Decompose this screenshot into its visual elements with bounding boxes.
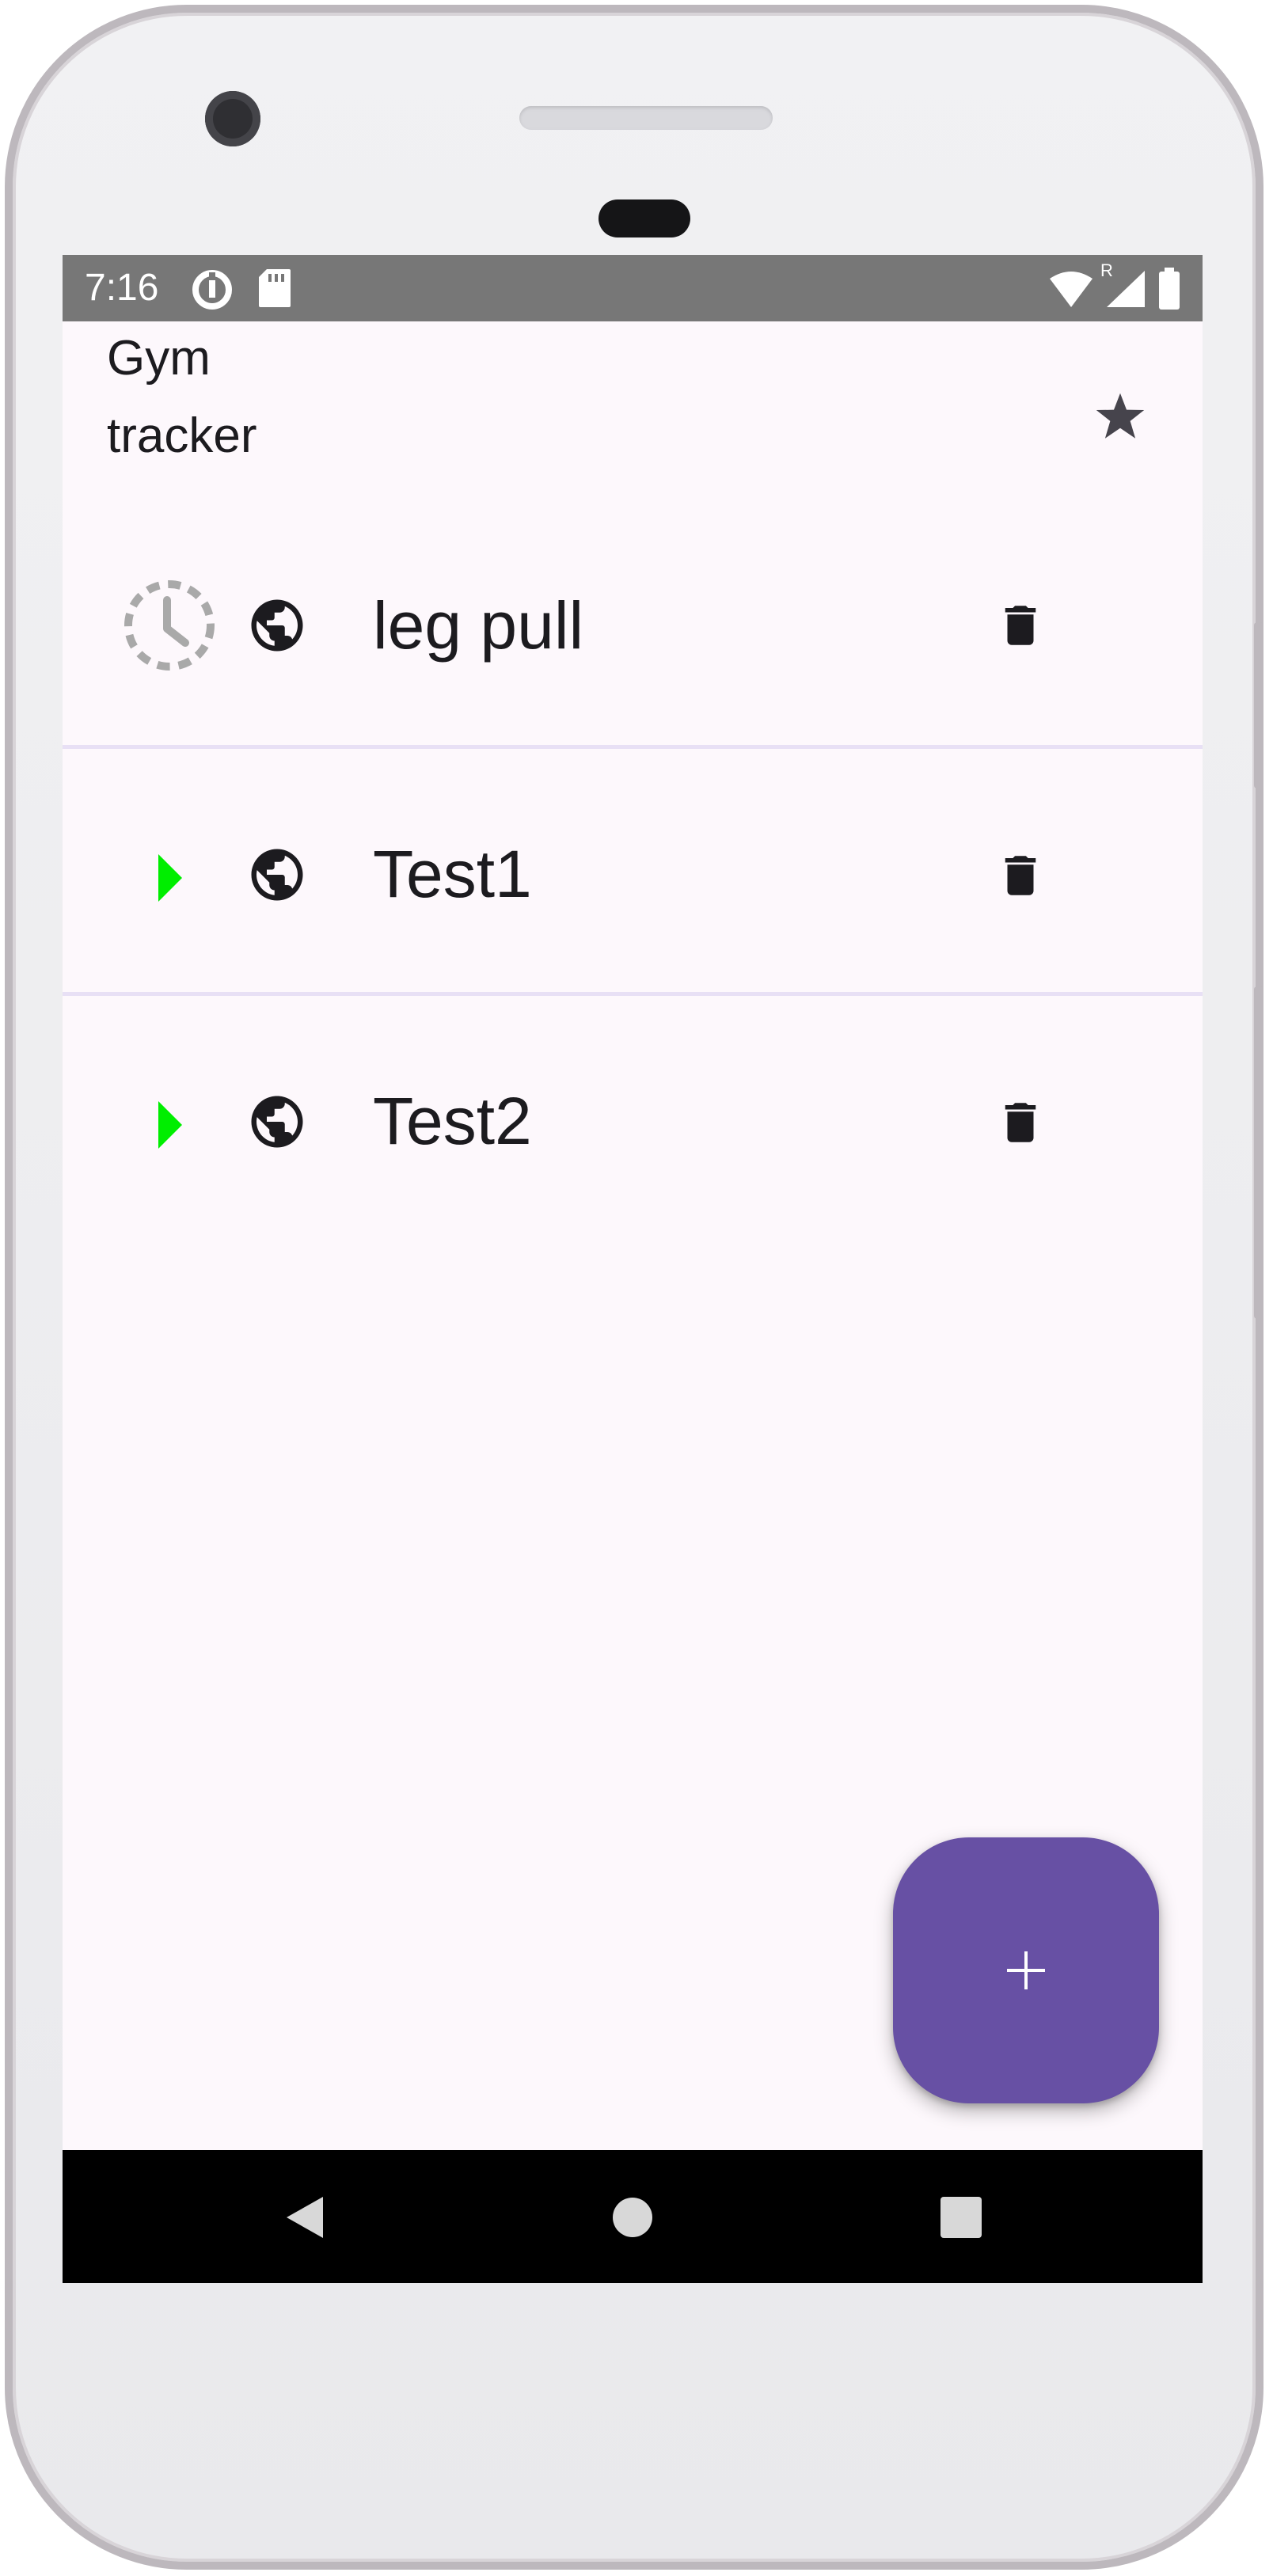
scheduled-clock-icon [124,580,215,671]
data-saver-icon [192,270,232,310]
signal-icon [1107,271,1145,307]
system-nav-bar [63,2150,1203,2283]
play-button[interactable] [118,1073,221,1176]
status-bar: 7:16 R [63,255,1203,321]
list-item[interactable]: leg pull [63,502,1203,749]
workout-name: Test1 [373,837,532,911]
wifi-icon [1050,272,1092,307]
recents-icon [940,2197,982,2238]
workout-list: leg pull Test1 Test2 [63,502,1203,1243]
status-time: 7:16 [85,267,159,309]
scheduled-status [118,574,221,677]
earpiece-speaker [519,106,773,130]
play-button[interactable] [118,826,221,929]
home-icon [613,2198,652,2237]
globe-icon [251,599,303,652]
delete-icon [1005,1103,1036,1142]
delete-icon [1005,856,1036,895]
sd-card-icon [259,269,291,307]
globe-icon [251,1096,303,1148]
battery-icon [1159,268,1180,310]
play-icon [158,854,182,902]
list-item[interactable]: Test2 [63,996,1203,1243]
star-icon [1096,393,1145,439]
add-icon [1007,1951,1045,1989]
proximity-sensor [598,199,690,237]
globe-icon [251,849,303,901]
front-camera [205,91,260,146]
nav-home-button[interactable] [605,2190,660,2245]
delete-button[interactable] [981,586,1060,665]
workout-name: leg pull [373,588,584,663]
app-screen: 7:16 R Gym tracker leg pull Test1 Test2 [63,255,1203,2283]
back-icon [287,2197,323,2238]
workout-name: Test2 [373,1084,532,1158]
volume-button [1254,986,1264,1319]
nav-back-button[interactable] [276,2190,332,2245]
delete-button[interactable] [981,836,1060,915]
delete-button[interactable] [981,1083,1060,1162]
delete-icon [1005,606,1036,645]
power-button [1254,622,1264,788]
add-workout-button[interactable] [893,1837,1159,2103]
play-icon [158,1101,182,1149]
list-item[interactable]: Test1 [63,749,1203,996]
page-title: Gym tracker [107,331,257,463]
nav-recents-button[interactable] [933,2190,989,2245]
favorites-button[interactable] [1082,378,1158,454]
